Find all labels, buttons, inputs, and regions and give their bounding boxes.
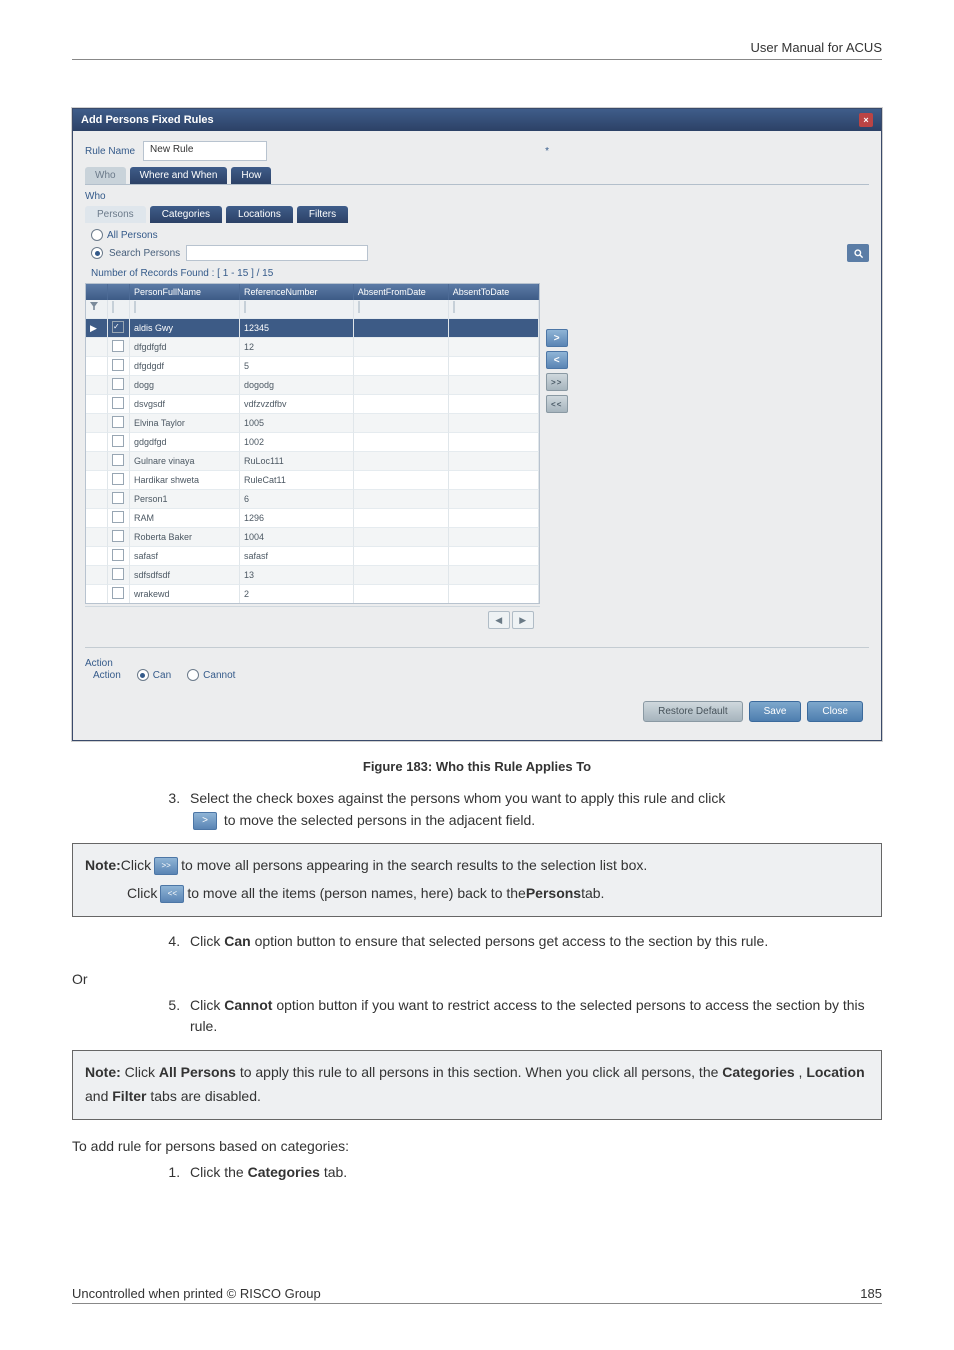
rule-name-label: Rule Name — [85, 146, 135, 157]
table-row[interactable]: Elvina Taylor1005 — [86, 413, 539, 432]
table-row[interactable]: Roberta Baker1004 — [86, 527, 539, 546]
note-move-buttons: Note: Click >> to move all persons appea… — [72, 843, 882, 917]
pager-next-button[interactable]: ▶ — [512, 611, 534, 629]
move-right-inline-icon: > — [193, 812, 217, 830]
table-row[interactable]: ▶aldis Gwy12345 — [86, 318, 539, 337]
move-all-left-inline-icon: << — [160, 885, 184, 903]
search-input[interactable] — [186, 245, 368, 261]
records-found-label: Number of Records Found : [ 1 - 15 ] / 1… — [91, 268, 869, 279]
table-row[interactable]: Gulnare vinayaRuLoc111 — [86, 451, 539, 470]
radio-cannot-label: Cannot — [203, 670, 235, 681]
tab-how[interactable]: How — [231, 167, 271, 184]
table-row[interactable]: doggdogodg — [86, 375, 539, 394]
subtab-filters[interactable]: Filters — [297, 206, 348, 223]
move-all-right-inline-icon: >> — [154, 857, 178, 875]
row-checkbox[interactable] — [112, 473, 124, 485]
row-checkbox[interactable] — [112, 340, 124, 352]
radio-search-persons-label: Search Persons — [109, 248, 180, 259]
save-button[interactable]: Save — [749, 701, 802, 722]
figure-caption: Figure 183: Who this Rule Applies To — [72, 759, 882, 774]
filter-absentfrom[interactable] — [358, 301, 360, 313]
search-icon — [853, 248, 864, 259]
page-footer: Uncontrolled when printed © RISCO Group … — [72, 1286, 882, 1304]
window-close-icon[interactable]: × — [859, 113, 873, 127]
pager-prev-button[interactable]: ◀ — [488, 611, 510, 629]
radio-can[interactable] — [137, 669, 149, 681]
step-4: Click Can option button to ensure that s… — [184, 931, 882, 953]
step-cat-1: Click the Categories tab. — [184, 1162, 882, 1184]
table-row[interactable]: RAM1296 — [86, 508, 539, 527]
table-row[interactable]: dsvgsdfvdfzvzdfbv — [86, 394, 539, 413]
row-checkbox[interactable] — [112, 530, 124, 542]
filter-refno[interactable] — [244, 301, 246, 313]
window-titlebar: Add Persons Fixed Rules × — [73, 109, 881, 131]
app-window: Add Persons Fixed Rules × Rule Name New … — [72, 108, 882, 741]
row-checkbox[interactable] — [112, 511, 124, 523]
add-rule-categories-intro: To add rule for persons based on categor… — [72, 1138, 882, 1154]
subtab-persons[interactable]: Persons — [85, 206, 146, 223]
footer-left: Uncontrolled when printed © RISCO Group — [72, 1286, 321, 1301]
close-button[interactable]: Close — [807, 701, 863, 722]
restore-default-button[interactable]: Restore Default — [643, 701, 742, 722]
filter-icon[interactable] — [86, 300, 108, 318]
tab-who[interactable]: Who — [85, 167, 126, 184]
radio-all-persons-label: All Persons — [107, 230, 158, 241]
subtab-locations[interactable]: Locations — [226, 206, 293, 223]
table-row[interactable]: wrakewd2 — [86, 584, 539, 603]
table-row[interactable]: safasfsafasf — [86, 546, 539, 565]
move-left-button[interactable]: < — [546, 351, 568, 369]
radio-search-persons[interactable] — [91, 247, 103, 259]
move-all-right-button[interactable]: >> — [546, 373, 568, 391]
who-section-label: Who — [85, 191, 869, 202]
table-row[interactable]: gdgdfgd1002 — [86, 432, 539, 451]
grid-pager: ◀ ▶ — [85, 606, 540, 633]
row-checkbox[interactable] — [112, 416, 124, 428]
col-reference-number[interactable]: ReferenceNumber — [240, 284, 354, 300]
row-checkbox[interactable] — [112, 492, 124, 504]
col-absent-to-date[interactable]: AbsentToDate — [449, 284, 539, 300]
row-checkbox[interactable] — [112, 587, 124, 599]
radio-can-label: Can — [153, 670, 171, 681]
filter-absentto[interactable] — [453, 301, 455, 313]
step-5: Click Cannot option button if you want t… — [184, 995, 882, 1038]
step-3: Select the check boxes against the perso… — [184, 788, 882, 831]
window-title: Add Persons Fixed Rules — [81, 114, 214, 126]
filter-checkbox[interactable] — [112, 301, 114, 313]
or-label: Or — [72, 971, 882, 987]
page-header: User Manual for ACUS — [72, 40, 882, 60]
col-absent-from-date[interactable]: AbsentFromDate — [354, 284, 449, 300]
footer-page-number: 185 — [860, 1286, 882, 1301]
search-button[interactable] — [847, 244, 869, 262]
note-all-persons: Note: Click All Persons to apply this ru… — [72, 1050, 882, 1120]
row-checkbox[interactable] — [112, 454, 124, 466]
table-row[interactable]: dfgdfgfd12 — [86, 337, 539, 356]
row-checkbox[interactable] — [112, 321, 124, 333]
radio-cannot[interactable] — [187, 669, 199, 681]
action-legend: Action — [85, 658, 869, 669]
filter-fullname[interactable] — [134, 301, 136, 313]
table-row[interactable]: sdfsdfsdf13 — [86, 565, 539, 584]
row-checkbox[interactable] — [112, 549, 124, 561]
subtab-categories[interactable]: Categories — [150, 206, 222, 223]
move-right-button[interactable]: > — [546, 329, 568, 347]
radio-all-persons[interactable] — [91, 229, 103, 241]
row-checkbox[interactable] — [112, 359, 124, 371]
table-row[interactable]: Hardikar shwetaRuleCat11 — [86, 470, 539, 489]
action-label: Action — [93, 670, 121, 681]
row-checkbox[interactable] — [112, 568, 124, 580]
row-checkbox[interactable] — [112, 435, 124, 447]
note-prefix: Note: — [85, 854, 121, 878]
rule-name-input[interactable]: New Rule — [143, 141, 267, 161]
row-checkbox[interactable] — [112, 378, 124, 390]
table-row[interactable]: Person16 — [86, 489, 539, 508]
row-checkbox[interactable] — [112, 397, 124, 409]
persons-results-grid: PersonFullName ReferenceNumber AbsentFro… — [85, 283, 540, 604]
move-all-left-button[interactable]: << — [546, 395, 568, 413]
col-person-full-name[interactable]: PersonFullName — [130, 284, 240, 300]
doc-title: User Manual for ACUS — [751, 40, 883, 55]
table-row[interactable]: dfgdgdf5 — [86, 356, 539, 375]
tab-where-and-when[interactable]: Where and When — [130, 167, 228, 184]
required-star-icon: * — [545, 146, 549, 157]
